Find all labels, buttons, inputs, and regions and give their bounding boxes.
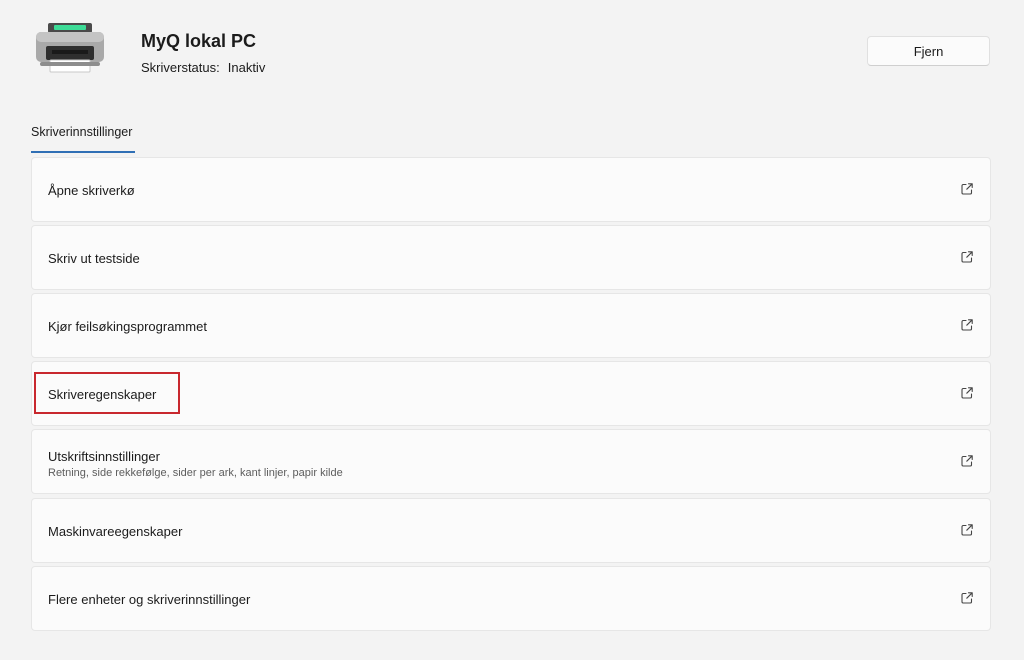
open-external-icon <box>961 319 973 331</box>
list-item-open-queue[interactable]: Åpne skriverkø <box>31 157 991 222</box>
open-external-icon <box>961 387 973 399</box>
tab-underline <box>31 151 135 153</box>
status-label: Skriverstatus: <box>141 60 220 75</box>
printer-name: MyQ lokal PC <box>141 31 257 51</box>
list-item-printing-preferences[interactable]: Utskriftsinnstillinger Retning, side rek… <box>31 429 991 494</box>
list-item-hardware-properties[interactable]: Maskinvareegenskaper <box>31 498 991 563</box>
list-item-label: Maskinvareegenskaper <box>48 524 183 539</box>
tab-printer-settings[interactable]: Skriverinnstillinger <box>31 125 132 139</box>
list-item-label: Skriv ut testside <box>48 251 140 266</box>
open-external-icon <box>961 524 973 536</box>
list-item-description: Retning, side rekkefølge, sider per ark,… <box>48 467 343 479</box>
list-item-label: Flere enheter og skriverinnstillinger <box>48 592 251 607</box>
list-item-label: Utskriftsinnstillinger <box>48 449 160 464</box>
status-value: Inaktiv <box>227 60 266 75</box>
printer-icon <box>36 23 104 73</box>
remove-button[interactable]: Fjern <box>867 36 990 66</box>
highlight-annotation <box>34 372 180 414</box>
list-item-more-devices-settings[interactable]: Flere enheter og skriverinnstillinger <box>31 566 991 631</box>
open-external-icon <box>961 251 973 263</box>
list-item-print-test-page[interactable]: Skriv ut testside <box>31 225 991 290</box>
open-external-icon <box>961 455 973 467</box>
open-external-icon <box>961 592 973 604</box>
printer-status: Skriverstatus: Inaktiv <box>141 60 265 75</box>
list-item-label: Åpne skriverkø <box>48 183 135 198</box>
open-external-icon <box>961 183 973 195</box>
printer-header: MyQ lokal PC Skriverstatus: Inaktiv Fjern <box>0 0 1024 100</box>
list-item-troubleshooter[interactable]: Kjør feilsøkingsprogrammet <box>31 293 991 358</box>
list-item-label: Kjør feilsøkingsprogrammet <box>48 319 207 334</box>
